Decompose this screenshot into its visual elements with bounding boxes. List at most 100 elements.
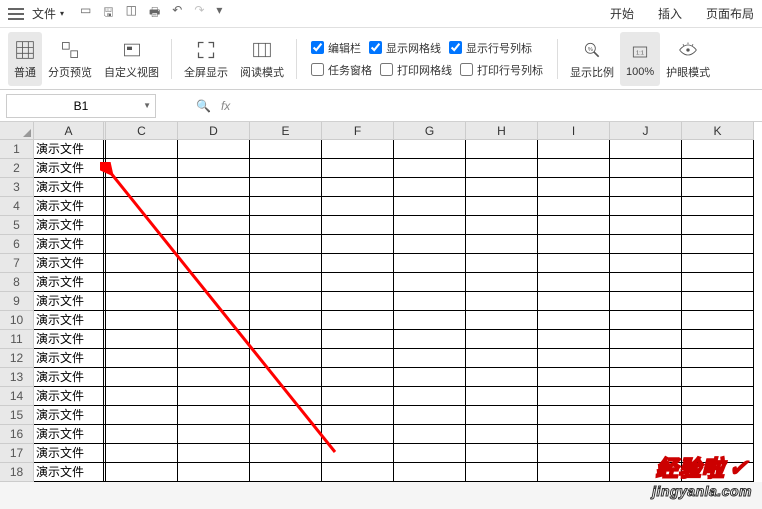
cell[interactable] (106, 349, 178, 368)
cell[interactable] (250, 406, 322, 425)
cell[interactable] (178, 159, 250, 178)
cell[interactable] (466, 178, 538, 197)
cell[interactable] (466, 140, 538, 159)
tab-page-layout[interactable]: 页面布局 (706, 5, 754, 22)
cell[interactable] (178, 273, 250, 292)
cell[interactable]: 演示文件 (34, 349, 104, 368)
zoom-100[interactable]: 1:1 100% (620, 32, 660, 86)
cell[interactable] (178, 406, 250, 425)
col-header[interactable]: J (610, 122, 682, 140)
cell[interactable] (610, 292, 682, 311)
cell[interactable] (394, 463, 466, 482)
cell[interactable] (178, 197, 250, 216)
tab-start[interactable]: 开始 (610, 5, 634, 22)
row-header[interactable]: 18 (0, 463, 34, 482)
cell[interactable] (106, 197, 178, 216)
cell[interactable] (394, 368, 466, 387)
cell[interactable] (250, 254, 322, 273)
cell[interactable] (538, 368, 610, 387)
cell[interactable] (466, 425, 538, 444)
cell[interactable] (250, 387, 322, 406)
row-header[interactable]: 1 (0, 140, 34, 159)
cell[interactable] (682, 330, 754, 349)
row-header[interactable]: 4 (0, 197, 34, 216)
print-preview-icon[interactable]: ◫ (126, 3, 137, 24)
cell[interactable]: 演示文件 (34, 368, 104, 387)
cell[interactable] (394, 292, 466, 311)
row-header[interactable]: 16 (0, 425, 34, 444)
cell[interactable] (538, 330, 610, 349)
cell[interactable] (322, 387, 394, 406)
cell[interactable] (466, 235, 538, 254)
cell[interactable] (394, 311, 466, 330)
cell[interactable] (250, 273, 322, 292)
cell[interactable] (682, 387, 754, 406)
col-header[interactable]: I (538, 122, 610, 140)
zoom-button[interactable]: % 显示比例 (564, 32, 620, 86)
cell[interactable] (538, 463, 610, 482)
cell[interactable]: 演示文件 (34, 330, 104, 349)
col-header[interactable]: F (322, 122, 394, 140)
cell[interactable] (538, 273, 610, 292)
select-all-corner[interactable] (0, 122, 34, 140)
col-header[interactable]: K (682, 122, 754, 140)
cell[interactable] (538, 140, 610, 159)
cell[interactable] (250, 140, 322, 159)
cell[interactable] (394, 387, 466, 406)
cell[interactable] (178, 330, 250, 349)
cell[interactable] (538, 406, 610, 425)
cell[interactable] (538, 235, 610, 254)
col-header[interactable]: G (394, 122, 466, 140)
row-header[interactable]: 15 (0, 406, 34, 425)
cell[interactable] (322, 178, 394, 197)
cell[interactable] (610, 349, 682, 368)
cell[interactable] (610, 178, 682, 197)
cell[interactable]: 演示文件 (34, 216, 104, 235)
cell[interactable] (466, 311, 538, 330)
cell[interactable] (250, 311, 322, 330)
cell[interactable] (682, 216, 754, 235)
cell[interactable] (538, 254, 610, 273)
cell[interactable] (322, 425, 394, 444)
cell[interactable] (106, 254, 178, 273)
cell[interactable] (682, 425, 754, 444)
view-custom[interactable]: 自定义视图 (98, 32, 165, 86)
cell[interactable] (250, 463, 322, 482)
cell[interactable] (682, 311, 754, 330)
cell[interactable]: 演示文件 (34, 235, 104, 254)
cell[interactable] (466, 406, 538, 425)
cell[interactable] (610, 159, 682, 178)
cell[interactable]: 演示文件 (34, 311, 104, 330)
cell[interactable] (250, 368, 322, 387)
more-icon[interactable]: ▾ (216, 3, 222, 24)
hamburger-icon[interactable] (8, 8, 24, 20)
cell[interactable] (394, 197, 466, 216)
cell[interactable] (610, 197, 682, 216)
cell[interactable]: 演示文件 (34, 197, 104, 216)
cell[interactable] (322, 216, 394, 235)
cell[interactable] (322, 444, 394, 463)
cell[interactable] (394, 235, 466, 254)
cell[interactable] (538, 159, 610, 178)
row-header[interactable]: 17 (0, 444, 34, 463)
cell[interactable] (322, 140, 394, 159)
cell[interactable] (682, 368, 754, 387)
cell[interactable]: 演示文件 (34, 254, 104, 273)
cell[interactable] (466, 330, 538, 349)
cell[interactable] (322, 273, 394, 292)
check-rowcol[interactable]: 显示行号列标 (449, 40, 532, 56)
cell[interactable] (250, 197, 322, 216)
col-header[interactable]: D (178, 122, 250, 140)
cell[interactable]: 演示文件 (34, 444, 104, 463)
cell[interactable] (394, 216, 466, 235)
cell[interactable] (610, 330, 682, 349)
cell[interactable] (610, 140, 682, 159)
row-header[interactable]: 2 (0, 159, 34, 178)
redo-icon[interactable]: ↷ (194, 3, 204, 24)
undo-icon[interactable]: ↶ (172, 3, 182, 24)
cell[interactable] (538, 197, 610, 216)
cell[interactable] (178, 178, 250, 197)
cell[interactable] (610, 311, 682, 330)
cell[interactable] (466, 159, 538, 178)
row-header[interactable]: 5 (0, 216, 34, 235)
